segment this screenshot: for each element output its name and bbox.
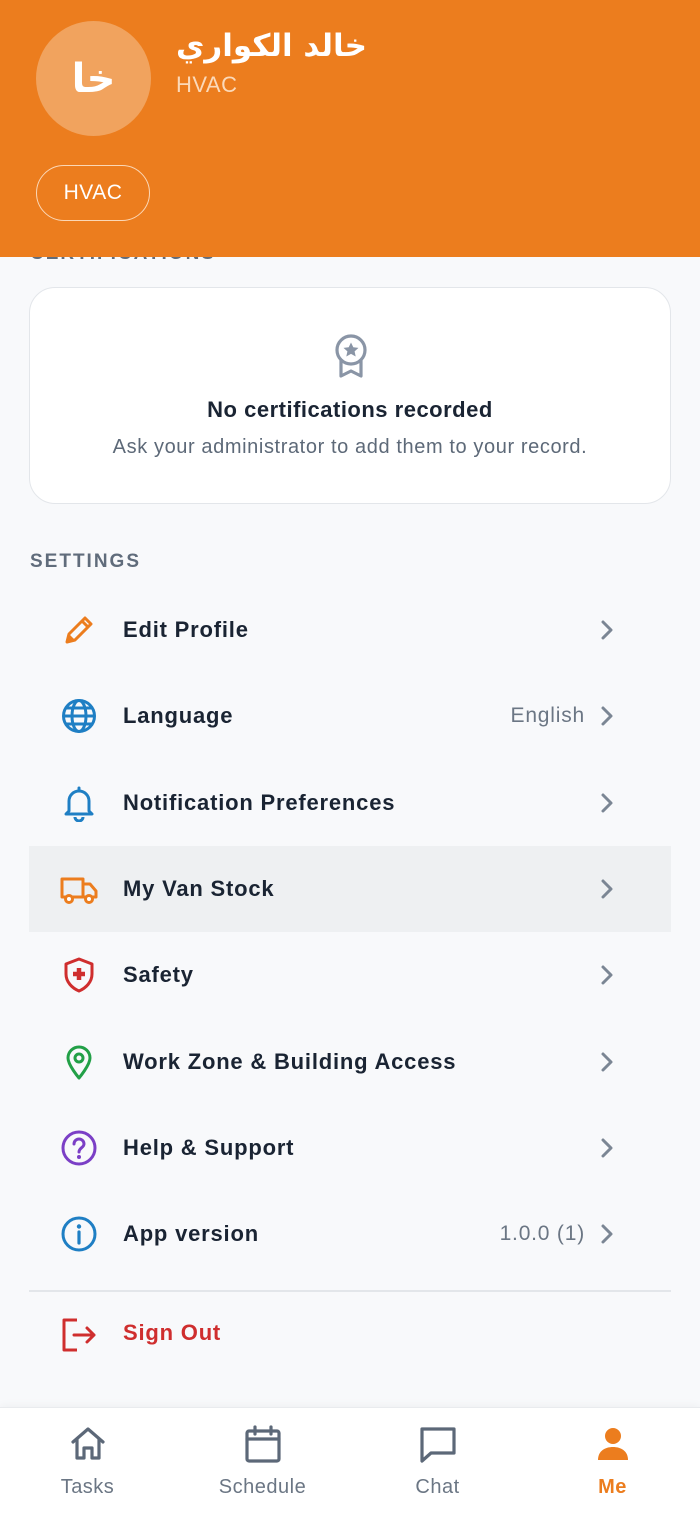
sign-out-icon	[60, 1316, 98, 1354]
chevron-right-icon	[601, 879, 613, 899]
settings-item-label: Notification Preferences	[123, 789, 396, 815]
certifications-empty-title: No certifications recorded	[207, 397, 493, 422]
sign-out-button[interactable]: Sign Out	[29, 1296, 671, 1374]
settings-item-work-zone[interactable]: Work Zone & Building Access	[29, 1018, 671, 1104]
certifications-empty-card: No certifications recorded Ask your admi…	[29, 287, 671, 504]
map-pin-icon	[60, 1043, 98, 1081]
settings-item-safety[interactable]: Safety	[29, 932, 671, 1018]
chevron-right-icon	[601, 793, 613, 813]
help-circle-icon	[60, 1129, 98, 1167]
tab-label: Chat	[415, 1476, 460, 1498]
award-icon	[335, 334, 367, 378]
settings-section-label: SETTINGS	[30, 551, 142, 572]
settings-item-label: Work Zone & Building Access	[123, 1048, 457, 1074]
sign-out-label: Sign Out	[123, 1320, 222, 1345]
globe-icon	[60, 697, 98, 735]
settings-item-label: Language	[123, 703, 234, 729]
user-name: خالد الكواري	[176, 28, 367, 64]
tab-tasks[interactable]: Tasks	[0, 1408, 175, 1515]
chevron-right-icon	[601, 1138, 613, 1158]
settings-item-app-version[interactable]: App version 1.0.0 (1)	[29, 1191, 671, 1277]
person-icon	[597, 1428, 628, 1460]
tab-me[interactable]: Me	[525, 1408, 700, 1515]
chevron-right-icon	[601, 965, 613, 985]
truck-icon	[60, 870, 98, 908]
trade-chip[interactable]: HVAC	[36, 165, 150, 221]
chevron-right-icon	[601, 620, 613, 640]
app-version-value: 1.0.0 (1)	[499, 1222, 585, 1246]
chat-icon	[419, 1427, 456, 1463]
pencil-icon	[60, 611, 98, 649]
settings-item-label: Safety	[123, 962, 194, 988]
settings-item-edit-profile[interactable]: Edit Profile	[29, 587, 671, 673]
divider	[29, 1290, 671, 1292]
settings-item-label: My Van Stock	[123, 876, 275, 902]
tab-schedule[interactable]: Schedule	[175, 1408, 350, 1515]
settings-item-help-support[interactable]: Help & Support	[29, 1105, 671, 1191]
tab-chat[interactable]: Chat	[350, 1408, 525, 1515]
language-value: English	[510, 704, 585, 728]
home-icon	[70, 1427, 105, 1460]
settings-item-my-van-stock[interactable]: My Van Stock	[29, 845, 671, 933]
settings-item-language[interactable]: Language English	[29, 673, 671, 759]
settings-item-label: Edit Profile	[123, 617, 249, 643]
bell-icon	[60, 784, 98, 822]
chevron-right-icon	[601, 706, 613, 726]
info-icon	[60, 1215, 98, 1253]
avatar: خا	[36, 21, 151, 136]
user-role: HVAC	[176, 72, 238, 97]
tab-label: Schedule	[218, 1476, 307, 1498]
settings-item-label: App version	[123, 1221, 259, 1247]
certifications-empty-subtitle: Ask your administrator to add them to yo…	[112, 436, 588, 458]
tab-label: Me	[598, 1476, 627, 1498]
chevron-right-icon	[601, 1224, 613, 1244]
chevron-right-icon	[601, 1052, 613, 1072]
calendar-icon	[244, 1425, 281, 1463]
bottom-tab-bar: Tasks Schedule Chat Me	[0, 1407, 700, 1515]
settings-item-label: Help & Support	[123, 1134, 295, 1160]
tab-label: Tasks	[60, 1476, 115, 1498]
settings-item-notification-preferences[interactable]: Notification Preferences	[29, 760, 671, 846]
profile-header: خا خالد الكواري HVAC HVAC	[0, 0, 700, 257]
settings-list: Edit Profile Language English Notificati…	[29, 587, 671, 1277]
shield-medical-icon	[60, 956, 98, 994]
